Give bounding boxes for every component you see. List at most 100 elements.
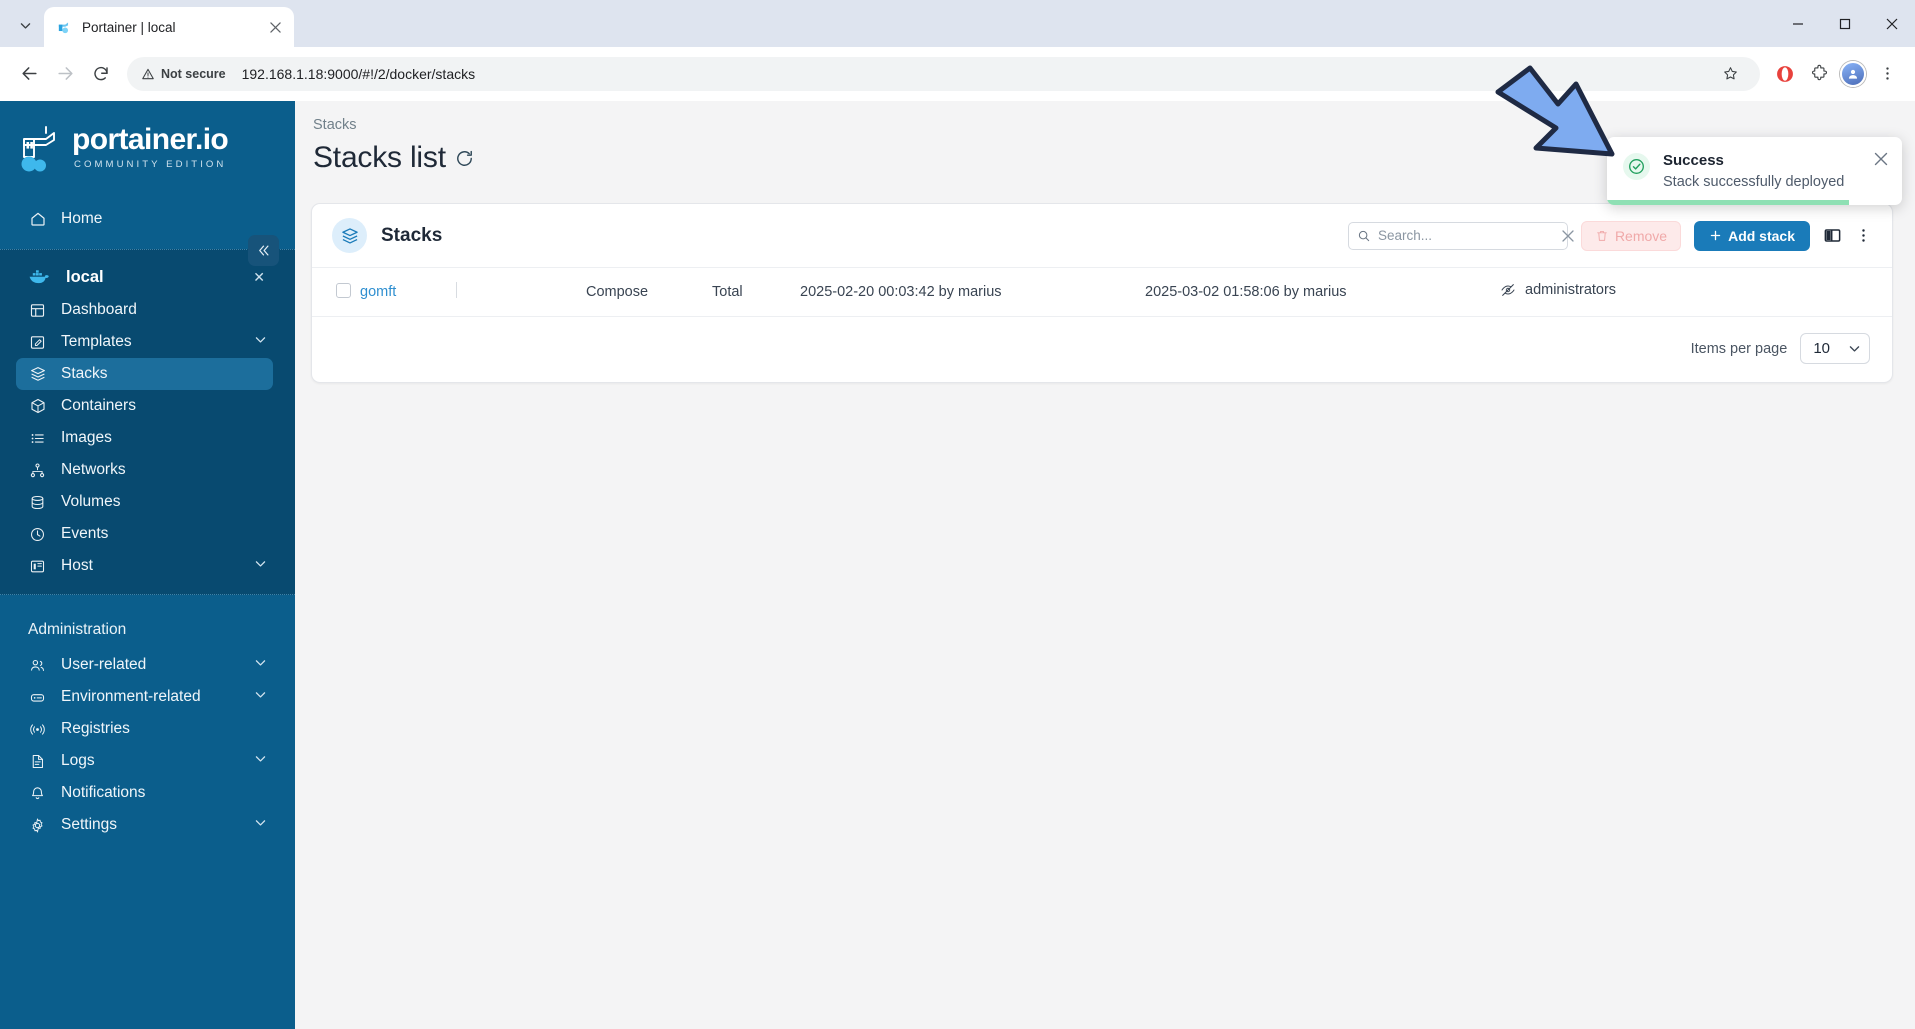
chevron-down-icon[interactable] bbox=[254, 333, 267, 351]
breadcrumb[interactable]: Stacks bbox=[311, 111, 1893, 133]
row-checkbox[interactable] bbox=[336, 282, 351, 298]
page-title: Stacks list bbox=[313, 141, 446, 174]
sidebar-item-host[interactable]: Host bbox=[16, 550, 273, 582]
star-icon[interactable] bbox=[1714, 58, 1746, 90]
items-per-page-select[interactable]: 10 bbox=[1800, 333, 1870, 364]
chevron-down-icon[interactable] bbox=[254, 816, 267, 834]
security-status[interactable]: Not secure bbox=[139, 62, 234, 85]
sidebar-item-home[interactable]: Home bbox=[16, 203, 273, 235]
close-icon[interactable] bbox=[264, 16, 286, 38]
tab-search-button[interactable] bbox=[8, 8, 42, 42]
network-nodes-icon bbox=[28, 461, 47, 480]
bell-icon bbox=[28, 784, 47, 803]
sidebar-item-images[interactable]: Images bbox=[16, 422, 273, 454]
environment-section: local ✕ Dashboard Templates Stacks Conta… bbox=[0, 249, 295, 595]
add-stack-button-label: Add stack bbox=[1728, 227, 1795, 244]
chevron-down-icon[interactable] bbox=[254, 688, 267, 706]
chevron-down-icon[interactable] bbox=[254, 752, 267, 770]
layers-icon bbox=[28, 365, 47, 384]
kebab-menu-icon[interactable] bbox=[1871, 58, 1903, 90]
environment-name: local bbox=[66, 267, 104, 286]
logo-text: portainer.io COMMUNITY EDITION bbox=[72, 125, 229, 173]
puzzle-piece-icon[interactable] bbox=[1803, 58, 1835, 90]
card-header: Stacks Search... Remove Add stack bbox=[312, 204, 1892, 267]
chevron-down-icon[interactable] bbox=[254, 557, 267, 575]
users-icon bbox=[28, 656, 47, 675]
kebab-menu-icon[interactable] bbox=[1855, 227, 1872, 244]
back-arrow-icon[interactable] bbox=[12, 57, 46, 91]
url-text: 192.168.1.18:9000/#!/2/docker/stacks bbox=[241, 65, 476, 82]
sidebar-item-label: Dashboard bbox=[61, 301, 137, 318]
table-footer: Items per page 10 bbox=[312, 317, 1892, 382]
warning-triangle-icon bbox=[141, 67, 155, 81]
maximize-icon[interactable] bbox=[1821, 4, 1868, 44]
clock-icon bbox=[28, 525, 47, 544]
sidebar-item-environment-related[interactable]: Environment-related bbox=[16, 681, 273, 713]
stack-updated: 2025-03-02 01:58:06 by marius bbox=[1145, 284, 1347, 300]
template-edit-icon bbox=[28, 333, 47, 352]
column-layout-icon[interactable] bbox=[1823, 226, 1842, 245]
sidebar-item-logs[interactable]: Logs bbox=[16, 745, 273, 777]
opera-extension-icon[interactable] bbox=[1769, 58, 1801, 90]
sidebar-item-stacks[interactable]: Stacks bbox=[16, 358, 273, 390]
dashboard-icon bbox=[28, 301, 47, 320]
ownership-label: administrators bbox=[1525, 282, 1617, 298]
trash-icon bbox=[1595, 229, 1609, 243]
browser-tab[interactable]: Portainer | local bbox=[44, 7, 294, 47]
toast-progress-bar bbox=[1607, 200, 1849, 205]
sidebar-item-label: Images bbox=[61, 429, 112, 446]
sidebar-item-label: Logs bbox=[61, 752, 95, 769]
sidebar-item-dashboard[interactable]: Dashboard bbox=[16, 294, 273, 326]
sidebar-item-events[interactable]: Events bbox=[16, 518, 273, 550]
sidebar-item-registries[interactable]: Registries bbox=[16, 713, 273, 745]
sidebar-item-templates[interactable]: Templates bbox=[16, 326, 273, 358]
gear-icon bbox=[28, 816, 47, 835]
admin-section-label: Administration bbox=[28, 621, 127, 638]
environment-header[interactable]: local ✕ bbox=[16, 260, 273, 294]
eye-off-icon bbox=[1500, 282, 1516, 298]
sidebar-item-networks[interactable]: Networks bbox=[16, 454, 273, 486]
search-box[interactable] bbox=[1347, 221, 1574, 250]
container-box-icon bbox=[28, 397, 47, 416]
portainer-favicon bbox=[56, 19, 73, 36]
address-bar[interactable]: Not secure 192.168.1.18:9000/#!/2/docker… bbox=[127, 56, 1760, 91]
sidebar-item-user-related[interactable]: User-related bbox=[16, 649, 273, 681]
sidebar-item-label: Networks bbox=[61, 461, 126, 478]
refresh-icon[interactable] bbox=[455, 149, 474, 168]
close-icon[interactable]: ✕ bbox=[253, 269, 265, 286]
sidebar-item-volumes[interactable]: Volumes bbox=[16, 486, 273, 518]
sidebar-item-label: Registries bbox=[61, 720, 130, 737]
sidebar-item-containers[interactable]: Containers bbox=[16, 390, 273, 422]
close-icon[interactable] bbox=[1868, 4, 1915, 44]
portainer-logo[interactable]: portainer.io COMMUNITY EDITION bbox=[0, 123, 295, 175]
sidebar-nav: Home local ✕ Dashboard Templates Stacks … bbox=[0, 203, 295, 841]
close-icon[interactable] bbox=[1874, 152, 1888, 171]
stack-name-link[interactable]: gomft bbox=[360, 284, 396, 300]
card-title: Stacks bbox=[381, 224, 443, 246]
environment-icon bbox=[28, 688, 47, 707]
check-circle-icon bbox=[1623, 153, 1650, 180]
browser-window: Portainer | local Not secure 192.168.1.1… bbox=[0, 0, 1915, 1029]
close-icon[interactable] bbox=[1562, 229, 1574, 242]
sidebar-item-label: Events bbox=[61, 525, 109, 542]
search-input[interactable] bbox=[1377, 228, 1555, 243]
sidebar-item-label: Containers bbox=[61, 397, 136, 414]
minimize-icon[interactable] bbox=[1774, 4, 1821, 44]
sidebar-item-settings[interactable]: Settings bbox=[16, 809, 273, 841]
avatar-icon[interactable] bbox=[1837, 58, 1869, 90]
chevron-down-icon[interactable] bbox=[254, 656, 267, 674]
stack-created: 2025-02-20 00:03:42 by marius bbox=[800, 284, 1002, 300]
reload-icon[interactable] bbox=[84, 57, 118, 91]
table-row[interactable]: gomft Compose Total 2025-02-20 00:03:42 … bbox=[312, 267, 1892, 317]
card-toolbar: Remove Add stack bbox=[1347, 220, 1872, 251]
window-controls bbox=[1774, 0, 1915, 47]
list-icon bbox=[28, 429, 47, 448]
stack-control: Total bbox=[712, 284, 743, 300]
portainer-crane-logo bbox=[16, 123, 66, 175]
sidebar-item-notifications[interactable]: Notifications bbox=[16, 777, 273, 809]
add-stack-button[interactable]: Add stack bbox=[1694, 220, 1810, 251]
stack-type: Compose bbox=[586, 284, 649, 300]
sidebar-item-label: Environment-related bbox=[61, 688, 201, 705]
security-label: Not secure bbox=[161, 66, 226, 81]
remove-button[interactable]: Remove bbox=[1580, 220, 1682, 251]
